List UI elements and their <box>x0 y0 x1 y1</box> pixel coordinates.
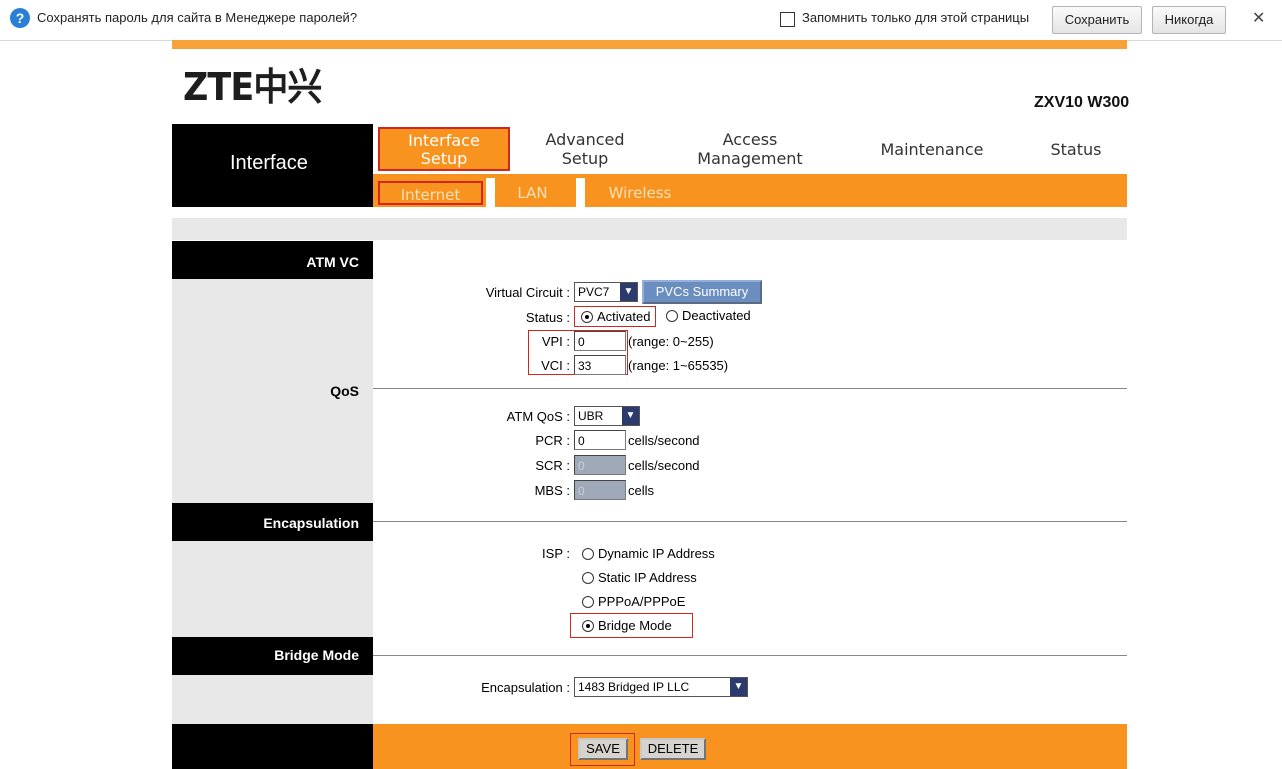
chevron-down-icon: ▼ <box>620 283 637 301</box>
chevron-down-icon: ▼ <box>730 678 747 696</box>
nav-section-title: Interface <box>230 152 308 174</box>
mbs-label: MBS : <box>534 483 570 498</box>
tab-advanced-setup[interactable]: Advanced Setup <box>528 130 642 168</box>
tab-interface-setup[interactable]: Interface Setup <box>378 127 510 171</box>
deactivated-label: Deactivated <box>682 308 751 323</box>
password-bar-message: Сохранять пароль для сайта в Менеджере п… <box>37 10 358 25</box>
atm-qos-value: UBR <box>578 409 604 423</box>
isp-static-radio[interactable] <box>582 572 594 584</box>
remember-page-checkbox[interactable] <box>780 12 795 27</box>
mbs-unit: cells <box>628 483 655 498</box>
subtab-lan[interactable]: LAN <box>505 181 560 205</box>
vci-input[interactable]: 33 <box>574 355 626 375</box>
activated-label: Activated <box>597 309 651 324</box>
isp-bridge-radio[interactable] <box>582 620 594 632</box>
subtab-divider <box>486 178 495 207</box>
section-qos-label: QoS <box>330 383 359 399</box>
section-atm-vc: ATM VC <box>172 241 373 279</box>
subtab-divider <box>576 178 585 207</box>
scr-unit: cells/second <box>628 458 700 473</box>
bridge-encapsulation-label: Encapsulation : <box>481 680 570 695</box>
section-encapsulation: Encapsulation <box>172 503 373 541</box>
section-divider <box>373 521 1127 522</box>
info-icon: ? <box>10 8 30 28</box>
footer-left-panel <box>172 724 373 769</box>
tab-line: Setup <box>561 149 609 168</box>
status-label: Status : <box>525 310 570 325</box>
delete-button[interactable]: DELETE <box>640 738 706 760</box>
save-password-button[interactable]: Сохранить <box>1052 6 1142 34</box>
deactivated-radio[interactable] <box>666 310 678 322</box>
zte-logo: ZTE中兴 <box>183 65 322 109</box>
bridge-encapsulation-select[interactable]: 1483 Bridged IP LLC ▼ <box>574 677 748 697</box>
tab-status[interactable]: Status <box>1038 140 1114 159</box>
virtual-circuit-label: Virtual Circuit : <box>485 285 570 300</box>
close-icon[interactable]: ✕ <box>1252 8 1265 28</box>
scr-label: SCR : <box>535 458 570 473</box>
isp-bridge-option[interactable]: Bridge Mode <box>570 613 693 638</box>
status-activated-option[interactable]: Activated <box>574 306 656 327</box>
tab-line: Access <box>722 130 778 149</box>
atm-qos-select[interactable]: UBR ▼ <box>574 406 640 426</box>
tab-line: Advanced <box>545 130 625 149</box>
vpi-label: VPI : <box>541 334 570 349</box>
tab-maintenance[interactable]: Maintenance <box>864 140 1000 159</box>
footer-action-bar <box>373 724 1127 769</box>
tab-line: Interface <box>408 131 480 150</box>
tab-line: Setup <box>420 149 468 168</box>
atm-qos-label: ATM QoS : <box>506 409 570 424</box>
vpi-range: (range: 0~255) <box>628 334 714 349</box>
virtual-circuit-value: PVC7 <box>578 285 610 299</box>
isp-dynamic-radio[interactable] <box>582 548 594 560</box>
subtab-internet[interactable]: Internet <box>378 181 483 205</box>
content-top-bar <box>172 218 1127 240</box>
section-divider <box>373 655 1127 656</box>
isp-static-label: Static IP Address <box>598 570 697 585</box>
isp-bridge-label: Bridge Mode <box>598 618 672 633</box>
pcr-label: PCR : <box>535 433 570 448</box>
section-spacer <box>172 541 373 637</box>
device-model: ZXV10 W300 <box>1034 94 1130 111</box>
save-button[interactable]: SAVE <box>578 738 628 760</box>
chevron-down-icon: ▼ <box>622 407 639 425</box>
scr-input[interactable]: 0 <box>574 455 626 475</box>
password-save-bar: ? Сохранять пароль для сайта в Менеджере… <box>0 0 1282 41</box>
never-save-button[interactable]: Никогда <box>1152 6 1226 34</box>
pvcs-summary-button[interactable]: PVCs Summary <box>642 280 762 304</box>
tab-access-management[interactable]: Access Management <box>683 130 817 168</box>
isp-pppoe-radio[interactable] <box>582 596 594 608</box>
vpi-input[interactable]: 0 <box>574 331 626 351</box>
section-bridge-mode: Bridge Mode <box>172 637 373 675</box>
pcr-input[interactable]: 0 <box>574 430 626 450</box>
section-spacer <box>172 675 373 724</box>
section-divider <box>373 388 1127 389</box>
remember-page-label[interactable]: Запомнить только для этой страницы <box>802 10 1029 25</box>
tab-line: Management <box>697 149 803 168</box>
header-accent-strip <box>172 40 1127 49</box>
activated-radio[interactable] <box>581 311 593 323</box>
isp-pppoe-label: PPPoA/PPPoE <box>598 594 686 609</box>
vci-label: VCI : <box>541 358 570 373</box>
subtab-wireless[interactable]: Wireless <box>600 181 680 205</box>
section-qos: QoS <box>172 279 373 503</box>
pcr-unit: cells/second <box>628 433 700 448</box>
virtual-circuit-select[interactable]: PVC7 ▼ <box>574 282 638 302</box>
mbs-input[interactable]: 0 <box>574 480 626 500</box>
vci-range: (range: 1~65535) <box>628 358 729 373</box>
isp-label: ISP : <box>542 546 570 561</box>
isp-dynamic-label: Dynamic IP Address <box>598 546 715 561</box>
bridge-encapsulation-value: 1483 Bridged IP LLC <box>578 680 690 694</box>
